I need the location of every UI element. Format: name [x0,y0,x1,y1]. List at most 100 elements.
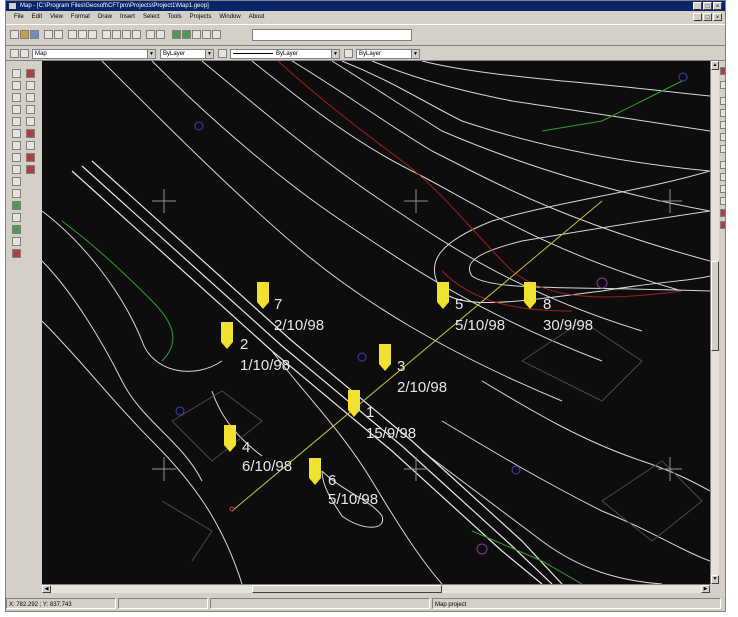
node-icon[interactable] [720,197,725,205]
cut-icon[interactable] [68,30,77,39]
menu-format[interactable]: Format [67,12,94,23]
vertical-scrollbar[interactable]: ▲ ▼ [710,61,719,584]
layer-state-icon[interactable] [20,49,29,58]
paste-icon[interactable] [88,30,97,39]
menu-window[interactable]: Window [215,12,244,23]
lineweight-icon[interactable] [344,49,353,58]
scroll-up-icon[interactable]: ▲ [711,61,719,70]
menu-select[interactable]: Select [139,12,164,23]
marker-pin-icon[interactable] [378,344,392,372]
close-panel-icon[interactable] [720,67,725,75]
chevron-down-icon[interactable]: ▼ [205,50,213,58]
marker-pin-icon[interactable] [436,282,450,310]
ellipse-arc-icon[interactable] [12,177,21,186]
circle-icon[interactable] [12,129,21,138]
cross-icon[interactable] [720,145,725,153]
menu-about[interactable]: About [245,12,269,23]
marker-pin-icon[interactable] [220,322,234,350]
map-canvas[interactable]: 7 2/10/98 2 1/10/98 5 5/10/98 8 30/9/98 … [42,61,710,584]
zoom-extents-icon[interactable] [156,30,165,39]
doc-minimize-button[interactable]: _ [693,13,702,21]
triangle-icon[interactable] [720,109,725,117]
zoom-in-icon[interactable] [122,30,131,39]
find-icon[interactable] [212,30,221,39]
grid-icon[interactable] [192,30,201,39]
delete-icon[interactable] [720,209,725,217]
menu-insert[interactable]: Insert [116,12,139,23]
color-combo[interactable]: ByLayer ▼ [160,49,214,59]
menu-draw[interactable]: Draw [94,12,116,23]
horizontal-scroll-thumb[interactable] [252,585,442,593]
erase-icon[interactable] [26,81,35,90]
close-button[interactable]: × [713,2,722,10]
menu-view[interactable]: View [46,12,67,23]
marker-pin-icon[interactable] [256,282,270,310]
menu-file[interactable]: File [10,12,28,23]
hatch-icon[interactable] [12,225,21,234]
copy-icon[interactable] [78,30,87,39]
globe-icon[interactable] [172,30,181,39]
horizontal-scrollbar[interactable]: ◀ ▶ [42,584,710,593]
flag-icon[interactable] [720,221,725,229]
scroll-left-icon[interactable]: ◀ [42,585,51,593]
spline-icon[interactable] [12,105,21,114]
redo-icon[interactable] [112,30,121,39]
menu-tools[interactable]: Tools [164,12,186,23]
polyline-icon[interactable] [12,93,21,102]
command-input[interactable] [252,29,412,41]
marker-pin-icon[interactable] [523,282,537,310]
ellipse-icon[interactable] [12,165,21,174]
save-icon[interactable] [30,30,39,39]
new-file-icon[interactable] [10,30,19,39]
select-icon[interactable] [12,69,21,78]
map-layer-combo[interactable]: Map ▼ [32,49,156,59]
line-icon[interactable] [12,81,21,90]
print-preview-icon[interactable] [54,30,63,39]
doc-close-button[interactable]: × [713,13,722,21]
hatch-pattern-icon[interactable] [720,81,725,89]
layers-icon[interactable] [182,30,191,39]
scale-icon[interactable] [26,129,35,138]
properties-icon[interactable] [202,30,211,39]
marker-pin-icon[interactable] [308,458,322,486]
maximize-button[interactable]: □ [703,2,712,10]
menu-projects[interactable]: Projects [186,12,216,23]
text-icon[interactable] [12,237,21,246]
offset-icon[interactable] [26,153,35,162]
insert-block-icon[interactable] [12,201,21,210]
undo-icon[interactable] [102,30,111,39]
open-folder-icon[interactable] [20,30,29,39]
square-icon[interactable] [720,97,725,105]
align-icon[interactable] [720,173,725,181]
mirror-icon[interactable] [26,141,35,150]
move-icon[interactable] [26,105,35,114]
minimize-button[interactable]: _ [693,2,702,10]
rotate-icon[interactable] [26,117,35,126]
marker-pin-icon[interactable] [223,425,237,453]
lineweight-combo[interactable]: ByLayer ▼ [356,49,420,59]
print-icon[interactable] [44,30,53,39]
scroll-down-icon[interactable]: ▼ [711,575,719,584]
point-icon[interactable] [12,213,21,222]
chevron-down-icon[interactable]: ▼ [411,50,419,58]
doc-maximize-button[interactable]: □ [703,13,712,21]
zoom-out-icon[interactable] [132,30,141,39]
marker-pin-icon[interactable] [347,390,361,418]
rectangle-icon[interactable] [12,141,21,150]
dimension-icon[interactable] [720,161,725,169]
scroll-right-icon[interactable]: ▶ [701,585,710,593]
arc-icon[interactable] [12,117,21,126]
layer-manager-icon[interactable] [10,49,19,58]
zoom-window-icon[interactable] [146,30,155,39]
chevron-down-icon[interactable]: ▼ [147,50,155,58]
vertical-scroll-thumb[interactable] [711,261,719,351]
hourglass-icon[interactable] [720,185,725,193]
linetype-icon[interactable] [218,49,227,58]
polygon-icon[interactable] [12,153,21,162]
edit-icon[interactable] [26,69,35,78]
linetype-combo[interactable]: ByLayer ▼ [230,49,340,59]
curve-icon[interactable] [12,189,21,198]
chevron-down-icon[interactable]: ▼ [331,50,339,58]
copy-object-icon[interactable] [26,93,35,102]
trim-icon[interactable] [26,165,35,174]
